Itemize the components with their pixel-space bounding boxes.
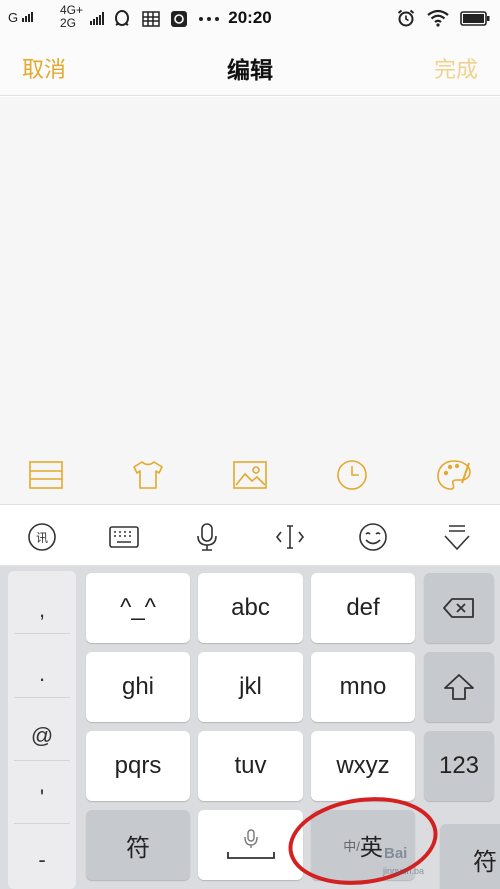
image-button[interactable] bbox=[232, 459, 268, 491]
tshirt-icon bbox=[133, 461, 163, 489]
page-title: 编辑 bbox=[227, 58, 273, 84]
done-button[interactable]: 完成 bbox=[434, 52, 478, 84]
keyboard-icon bbox=[109, 526, 139, 548]
shift-arrow-icon bbox=[444, 674, 474, 700]
punct-hyphen[interactable]: - bbox=[8, 847, 76, 873]
key-7-label: pqrs bbox=[114, 752, 162, 779]
voice-input-button[interactable] bbox=[191, 522, 223, 552]
emoji-button[interactable] bbox=[357, 522, 389, 552]
key-4[interactable]: ghi bbox=[86, 652, 190, 722]
cursor-icon bbox=[275, 525, 305, 549]
key-9[interactable]: wxyz bbox=[311, 731, 415, 801]
number-key[interactable]: 123 bbox=[424, 731, 494, 801]
key-4-label: ghi bbox=[121, 673, 155, 700]
note-tool-row bbox=[0, 445, 500, 505]
template-button[interactable] bbox=[130, 459, 166, 491]
language-switch-small-label: 中/ bbox=[343, 838, 360, 854]
ime-logo-icon: 讯 bbox=[28, 523, 56, 551]
shift-key[interactable] bbox=[424, 652, 494, 722]
note-editor[interactable] bbox=[0, 97, 500, 445]
key-9-label: wxyz bbox=[336, 752, 390, 779]
key-3[interactable]: def bbox=[311, 573, 415, 643]
t9-keyboard: , . @ ' - ^_^ abc def ghi jkl mno pqrs t… bbox=[0, 566, 500, 889]
punct-apostrophe[interactable]: ' bbox=[8, 785, 76, 811]
status-bar: G 4G+ 2G 20:20 bbox=[0, 0, 500, 38]
divider bbox=[14, 823, 70, 824]
reminder-button[interactable] bbox=[334, 459, 370, 491]
punct-at[interactable]: @ bbox=[8, 723, 76, 749]
divider bbox=[14, 760, 70, 761]
svg-text:讯: 讯 bbox=[36, 531, 48, 545]
key-1-label: ^_^ bbox=[120, 594, 156, 621]
battery-icon bbox=[460, 10, 490, 26]
alarm-icon bbox=[397, 9, 415, 27]
key-3-label: def bbox=[346, 594, 380, 621]
ime-logo-button[interactable]: 讯 bbox=[26, 522, 58, 552]
ime-toolbar: 讯 bbox=[0, 506, 500, 566]
key-1[interactable]: ^_^ bbox=[86, 573, 190, 643]
key-2[interactable]: abc bbox=[198, 573, 303, 643]
palette-icon bbox=[437, 460, 471, 490]
checklist-icon bbox=[29, 461, 63, 489]
clock-icon bbox=[337, 460, 367, 490]
nav-bar: 取消 编辑 完成 bbox=[0, 38, 500, 96]
hide-keyboard-button[interactable] bbox=[441, 522, 473, 552]
punctuation-column[interactable]: , . @ ' - bbox=[8, 571, 76, 889]
symbol-key-right-label: 符 bbox=[473, 848, 497, 876]
image-icon bbox=[233, 461, 267, 489]
watermark-logo: Bai bbox=[384, 845, 408, 862]
space-key[interactable] bbox=[198, 810, 303, 880]
key-8-label: tuv bbox=[234, 752, 267, 779]
microphone-icon bbox=[197, 523, 217, 551]
cursor-control-button[interactable] bbox=[274, 522, 306, 552]
system-icons bbox=[396, 8, 490, 28]
backspace-key[interactable] bbox=[424, 573, 494, 643]
symbol-key-label: 符 bbox=[126, 834, 150, 862]
divider bbox=[14, 633, 70, 634]
symbol-key[interactable]: 符 bbox=[86, 810, 190, 880]
hide-keyboard-icon bbox=[444, 525, 470, 551]
punct-period[interactable]: . bbox=[8, 661, 76, 687]
number-key-label: 123 bbox=[438, 752, 480, 779]
key-2-label: abc bbox=[231, 594, 270, 621]
divider bbox=[14, 697, 70, 698]
key-7[interactable]: pqrs bbox=[86, 731, 190, 801]
language-switch-big-label: 英 bbox=[359, 834, 383, 860]
watermark-url: jingyan.ba bbox=[383, 866, 425, 876]
key-6-label: mno bbox=[339, 673, 387, 700]
key-5[interactable]: jkl bbox=[198, 652, 303, 722]
key-6[interactable]: mno bbox=[311, 652, 415, 722]
backspace-icon bbox=[443, 598, 474, 618]
key-5-label: jkl bbox=[239, 673, 262, 700]
symbol-key-right[interactable]: 符 bbox=[440, 824, 500, 889]
checklist-button[interactable] bbox=[28, 459, 64, 491]
wifi-icon bbox=[427, 9, 449, 27]
palette-button[interactable] bbox=[436, 459, 472, 491]
space-mic-icon bbox=[226, 829, 275, 859]
key-8[interactable]: tuv bbox=[198, 731, 303, 801]
emoji-icon bbox=[359, 523, 387, 551]
keyboard-switch-button[interactable] bbox=[108, 522, 140, 552]
punct-comma[interactable]: , bbox=[8, 597, 76, 623]
